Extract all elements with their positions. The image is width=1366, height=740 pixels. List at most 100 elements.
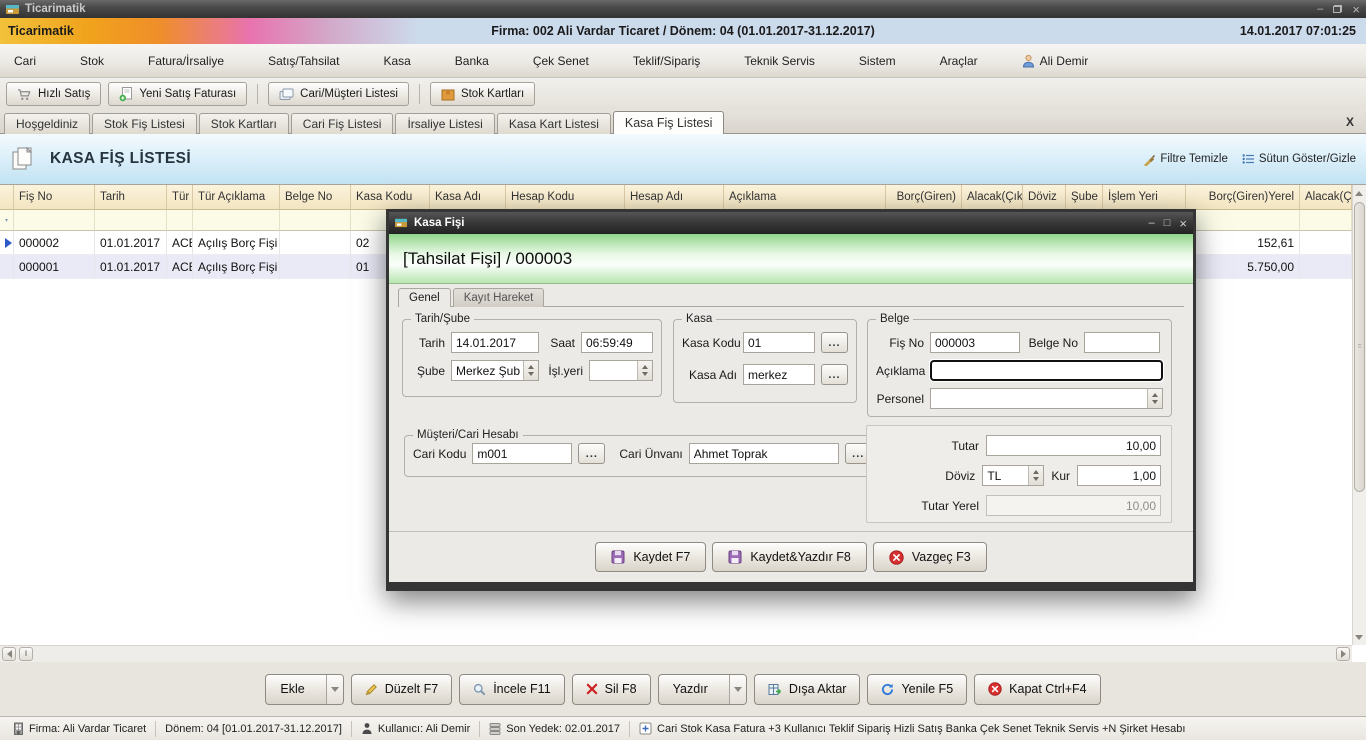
personel-spinner[interactable] (930, 388, 1163, 409)
edit-button[interactable]: Düzelt F7 (351, 674, 453, 705)
column-header-belge-no[interactable]: Belge No (280, 185, 351, 210)
column-header-kasa-adi[interactable]: Kasa Adı (430, 185, 506, 210)
sube-spinner[interactable] (451, 360, 539, 381)
tab-close-button[interactable]: X (1338, 115, 1362, 129)
export-button[interactable]: Dışa Aktar (754, 674, 861, 705)
print-button[interactable]: Yazdır (658, 674, 747, 705)
minimize-icon[interactable]: – (1317, 4, 1323, 15)
tab-hosgeldiniz[interactable]: Hoşgeldiniz (4, 113, 90, 134)
restore-icon[interactable] (1333, 5, 1342, 13)
menu-sistem[interactable]: Sistem (859, 54, 896, 68)
vertical-scroll-thumb[interactable] (1354, 202, 1365, 492)
dialog-maximize-icon[interactable]: □ (1164, 217, 1171, 229)
column-header-borc-giren-yerel[interactable]: Borç(Giren)Yerel (1186, 185, 1300, 210)
dialog-close-icon[interactable]: × (1179, 216, 1187, 231)
column-header-sube[interactable]: Şube (1066, 185, 1103, 210)
tutar-input[interactable] (986, 435, 1161, 456)
new-sales-invoice-button[interactable]: Yeni Satış Faturası (108, 82, 247, 106)
vertical-scrollbar[interactable] (1352, 185, 1366, 645)
tab-kasa-kart-listesi[interactable]: Kasa Kart Listesi (497, 113, 611, 134)
aciklama-input[interactable] (930, 360, 1163, 381)
stock-cards-button[interactable]: Stok Kartları (430, 82, 535, 106)
kasa-kodu-input[interactable] (743, 332, 815, 353)
column-header-doviz[interactable]: Döviz (1023, 185, 1066, 210)
filter-clear-button[interactable]: Filtre Temizle (1143, 153, 1228, 166)
add-button[interactable]: Ekle (265, 674, 343, 705)
tab-cari-fis-listesi[interactable]: Cari Fiş Listesi (291, 113, 394, 134)
scroll-up-button[interactable] (1353, 186, 1365, 200)
dialog-tab-kayit-hareket[interactable]: Kayıt Hareket (453, 288, 545, 307)
column-header-alacak-yerel[interactable]: Alacak(Ç (1300, 185, 1352, 210)
menu-araclar[interactable]: Araçlar (940, 54, 978, 68)
fis-no-input[interactable] (930, 332, 1020, 353)
menu-cari[interactable]: Cari (14, 54, 36, 68)
kur-input[interactable] (1077, 465, 1161, 486)
customer-list-button[interactable]: Cari/Müşteri Listesi (268, 82, 409, 106)
refresh-button[interactable]: Yenile F5 (867, 674, 967, 705)
filter-cell[interactable] (1186, 210, 1300, 231)
filter-cell[interactable] (14, 210, 95, 231)
column-header-tur-aciklama[interactable]: Tür Açıklama (193, 185, 280, 210)
menu-satis-tahsilat[interactable]: Satış/Tahsilat (268, 54, 339, 68)
column-header-tarih[interactable]: Tarih (95, 185, 167, 210)
horizontal-scroll-thumb[interactable]: ‖ (19, 647, 33, 661)
filter-cell[interactable] (280, 210, 351, 231)
personel-input[interactable] (930, 388, 1163, 409)
menu-teklif-siparis[interactable]: Teklif/Sipariş (633, 54, 700, 68)
column-toggle-button[interactable]: Sütun Göster/Gizle (1242, 153, 1356, 165)
dialog-tab-genel[interactable]: Genel (398, 288, 451, 307)
print-dropdown-arrow[interactable] (729, 675, 746, 704)
column-header-hesap-adi[interactable]: Hesap Adı (625, 185, 724, 210)
column-header-tur[interactable]: Tür (167, 185, 193, 210)
saat-input[interactable] (581, 332, 653, 353)
scroll-right-button[interactable] (1336, 647, 1350, 661)
column-header-islem-yeri[interactable]: İşlem Yeri (1103, 185, 1186, 210)
tab-stok-kartlari[interactable]: Stok Kartları (199, 113, 289, 134)
filter-cell[interactable] (95, 210, 167, 231)
cancel-button[interactable]: Vazgeç F3 (873, 542, 987, 572)
kasa-kodu-browse-button[interactable]: ... (821, 332, 848, 353)
close-tab-button[interactable]: Kapat Ctrl+F4 (974, 674, 1100, 705)
scroll-left-button[interactable] (2, 647, 16, 661)
delete-button[interactable]: Sil F8 (572, 674, 651, 705)
add-dropdown-arrow[interactable] (326, 675, 343, 704)
islyeri-spinner[interactable] (589, 360, 653, 381)
filter-cell[interactable] (193, 210, 280, 231)
inspect-button[interactable]: İncele F11 (459, 674, 564, 705)
spinner-arrows[interactable] (1147, 389, 1162, 408)
column-header-alacak-cikan[interactable]: Alacak(Çıkan) (962, 185, 1023, 210)
close-icon[interactable]: × (1352, 3, 1360, 16)
menu-kasa[interactable]: Kasa (383, 54, 410, 68)
tab-stok-fis-listesi[interactable]: Stok Fiş Listesi (92, 113, 197, 134)
menu-fatura-irsaliye[interactable]: Fatura/İrsaliye (148, 54, 224, 68)
column-header-aciklama[interactable]: Açıklama (724, 185, 886, 210)
dialog-minimize-icon[interactable]: – (1149, 217, 1155, 229)
tarih-input[interactable] (451, 332, 539, 353)
cari-unvani-input[interactable] (689, 443, 839, 464)
cari-kodu-browse-button[interactable]: ... (578, 443, 605, 464)
menu-banka[interactable]: Banka (455, 54, 489, 68)
column-header-selector[interactable] (0, 185, 14, 210)
filter-funnel-icon[interactable] (0, 210, 14, 231)
menu-cek-senet[interactable]: Çek Senet (533, 54, 589, 68)
tab-kasa-fis-listesi[interactable]: Kasa Fiş Listesi (613, 111, 725, 134)
tab-irsaliye-listesi[interactable]: İrsaliye Listesi (395, 113, 494, 134)
cari-kodu-input[interactable] (472, 443, 572, 464)
column-header-fis-no[interactable]: Fiş No (14, 185, 95, 210)
column-header-kasa-kodu[interactable]: Kasa Kodu (351, 185, 430, 210)
spinner-arrows[interactable] (637, 361, 652, 380)
column-header-borc-giren[interactable]: Borç(Giren) (886, 185, 962, 210)
filter-cell[interactable] (167, 210, 193, 231)
horizontal-scrollbar[interactable]: ‖ (0, 645, 1352, 662)
save-print-button[interactable]: Kaydet&Yazdır F8 (712, 542, 867, 572)
belge-no-input[interactable] (1084, 332, 1160, 353)
menu-user[interactable]: Ali Demir (1022, 54, 1089, 68)
spinner-arrows[interactable] (523, 361, 538, 380)
spinner-arrows[interactable] (1028, 466, 1043, 485)
filter-cell[interactable] (1300, 210, 1352, 231)
kasa-adi-browse-button[interactable]: ... (821, 364, 848, 385)
scroll-down-button[interactable] (1353, 630, 1365, 644)
save-button[interactable]: Kaydet F7 (595, 542, 706, 572)
kasa-adi-input[interactable] (743, 364, 815, 385)
doviz-spinner[interactable] (982, 465, 1044, 486)
